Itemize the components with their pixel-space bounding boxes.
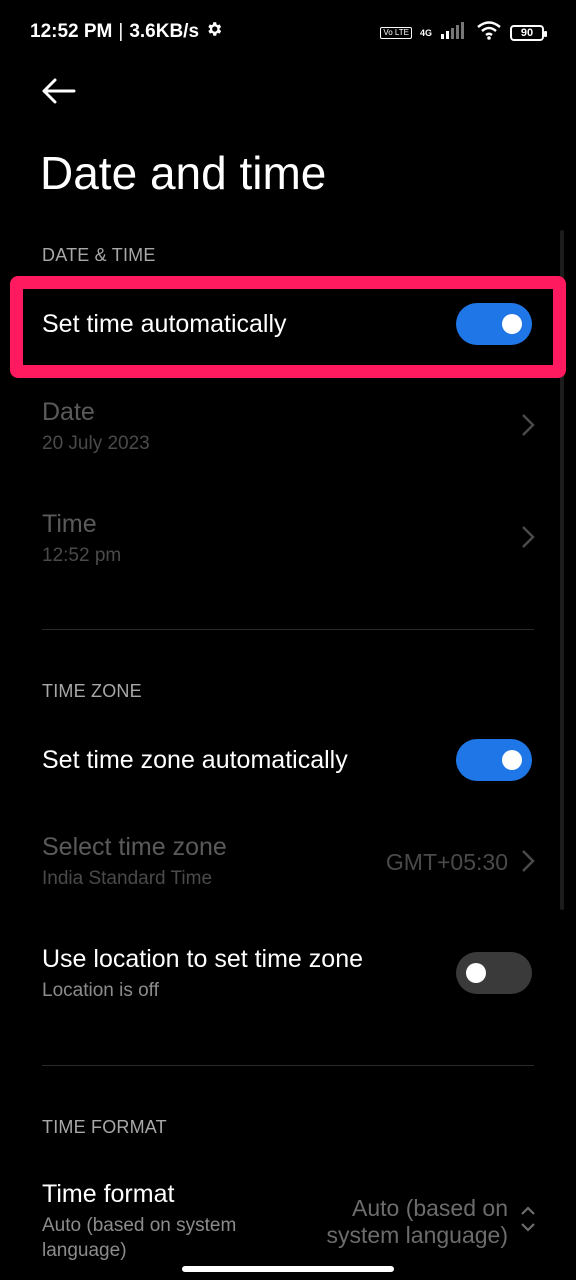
section-header-date-time: DATE & TIME — [42, 245, 156, 265]
highlight-box — [10, 276, 566, 378]
use-location-subtitle: Location is off — [42, 980, 159, 1001]
status-separator: | — [118, 21, 124, 42]
select-time-zone-row[interactable]: Select time zone India Standard Time GMT… — [0, 823, 576, 913]
date-row[interactable]: Date 20 July 2023 — [0, 388, 576, 478]
select-time-zone-subtitle: India Standard Time — [42, 868, 213, 889]
time-format-subtitle-line2: language) — [42, 1240, 127, 1261]
use-location-toggle[interactable] — [456, 952, 532, 994]
wifi-icon — [476, 20, 502, 45]
arrow-left-icon — [40, 78, 76, 110]
network-type: 4G — [419, 27, 432, 38]
time-format-label: Time format — [42, 1180, 175, 1208]
time-label: Time — [42, 510, 97, 538]
chevron-right-icon — [520, 413, 536, 437]
time-zone-value: GMT+05:30 — [385, 849, 508, 875]
time-format-row[interactable]: Time format Auto (based on system langua… — [0, 1168, 576, 1268]
time-format-value-line1: Auto (based on — [351, 1195, 508, 1221]
time-value: 12:52 pm — [42, 545, 122, 566]
date-label: Date — [42, 398, 95, 426]
chevron-up-down-icon — [520, 1204, 536, 1232]
date-value: 20 July 2023 — [42, 433, 150, 454]
status-speed: 3.6KB/s — [129, 21, 200, 42]
status-bar: 12:52 PM | 3.6KB/s Vo LTE 4G 90 — [0, 0, 576, 64]
divider — [42, 629, 534, 630]
home-indicator[interactable] — [182, 1266, 394, 1272]
chevron-right-icon — [520, 525, 536, 549]
status-left: 12:52 PM | 3.6KB/s — [30, 20, 223, 44]
use-location-row[interactable]: Use location to set time zone Location i… — [0, 935, 576, 1025]
status-time: 12:52 PM — [30, 21, 113, 42]
toggle-knob — [502, 750, 522, 770]
use-location-label: Use location to set time zone — [42, 945, 363, 973]
select-time-zone-label: Select time zone — [42, 833, 227, 861]
time-format-subtitle-line1: Auto (based on system — [42, 1215, 237, 1236]
section-header-time-zone: TIME ZONE — [42, 681, 142, 701]
chevron-right-icon — [520, 849, 536, 873]
signal-icon — [440, 20, 468, 45]
time-format-value-line2: system language) — [326, 1222, 508, 1248]
volte-badge: Vo LTE — [380, 26, 412, 39]
gear-icon — [205, 20, 223, 44]
battery-level: 90 — [520, 26, 534, 39]
back-button[interactable] — [40, 76, 80, 108]
set-time-zone-automatically-toggle[interactable] — [456, 739, 532, 781]
time-row[interactable]: Time 12:52 pm — [0, 500, 576, 590]
battery-indicator: 90 — [510, 24, 547, 41]
set-time-zone-automatically-label: Set time zone automatically — [42, 746, 348, 774]
page-title: Date and time — [40, 147, 327, 199]
set-time-zone-automatically-row[interactable]: Set time zone automatically — [0, 720, 576, 804]
section-header-time-format: TIME FORMAT — [42, 1117, 167, 1137]
toggle-knob — [466, 963, 486, 983]
divider — [42, 1065, 534, 1066]
status-right: Vo LTE 4G 90 — [380, 20, 547, 45]
